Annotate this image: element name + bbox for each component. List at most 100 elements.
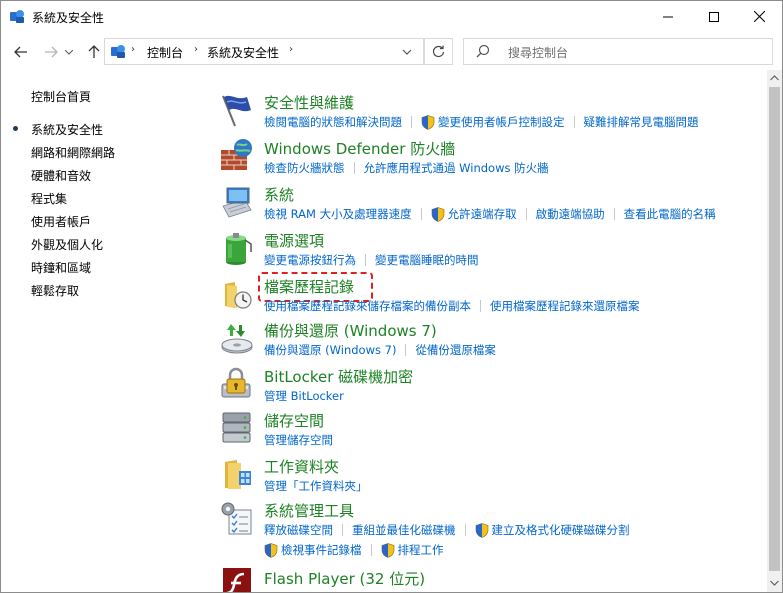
link-change-power-buttons[interactable]: 變更電源按鈕行為 [264,252,356,268]
link-check-firewall[interactable]: 檢查防火牆狀態 [264,160,345,176]
link-divider [342,524,343,536]
breadcrumb-control-panel[interactable]: 控制台 [147,44,183,61]
uac-shield-icon [381,542,394,558]
category-links: 管理「工作資料夾」 [264,478,368,494]
breadcrumb-separator-icon[interactable]: › [289,44,293,55]
forward-button[interactable] [41,42,61,62]
breadcrumb-system-security[interactable]: 系統及安全性 [207,44,279,61]
flash-player-icon [223,568,251,592]
category-links: 檢視 RAM 大小及處理器速度 允許遠端存取 啟動遠端協助 查看此電腦的名稱 [264,206,716,222]
minimize-button[interactable] [645,1,691,32]
uac-shield-icon [431,206,444,222]
category-title[interactable]: Flash Player (32 位元) [264,568,425,589]
category-links: 檢查防火牆狀態 允許應用程式通過 Windows 防火牆 [264,160,549,176]
window-title: 系統及安全性 [32,11,105,25]
scrollbar-thumb[interactable] [769,87,780,571]
link-schedule-tasks[interactable]: 排程工作 [398,542,444,558]
maximize-button[interactable] [691,1,737,32]
leftnav-item-system-security[interactable]: 系統及安全性 [31,121,103,138]
leftnav-item-control-panel-home[interactable]: 控制台首頁 [31,88,91,105]
minimize-icon [663,16,673,17]
category-title[interactable]: Windows Defender 防火牆 [264,138,455,159]
search-box[interactable]: 搜尋控制台 [463,38,773,65]
current-page-indicator [13,126,18,131]
chevron-down-icon [402,49,412,55]
recent-locations-button[interactable] [63,42,75,62]
back-button[interactable] [11,42,31,62]
category-title[interactable]: 安全性與維護 [264,92,354,113]
link-create-format-partitions[interactable]: 建立及格式化硬碟磁碟分割 [492,522,630,538]
category-title[interactable]: 儲存空間 [264,410,324,431]
link-change-sleep-time[interactable]: 變更電腦睡眠的時間 [375,252,479,268]
file-history-folder-icon [225,282,252,309]
vertical-scrollbar[interactable] [767,70,782,592]
scroll-down-arrow-icon[interactable] [770,578,779,587]
address-history-button[interactable] [402,44,418,60]
search-icon [476,44,490,58]
link-troubleshoot[interactable]: 疑難排解常見電腦問題 [584,114,699,130]
leftnav-item-user-accounts[interactable]: 使用者帳戶 [31,213,91,230]
up-button[interactable] [84,42,104,62]
refresh-button[interactable] [424,38,453,65]
link-free-disk-space[interactable]: 釋放磁碟空間 [264,522,333,538]
search-input[interactable]: 搜尋控制台 [508,44,568,61]
link-manage-storage-spaces[interactable]: 管理儲存空間 [264,432,333,448]
category-links: 備份與還原 (Windows 7) 從備份還原檔案 [264,342,496,358]
close-icon [753,11,765,22]
security-maintenance-flag-icon [222,95,251,127]
category-links: 使用檔案歷程記錄來儲存檔案的備份副本 使用檔案歷程記錄來還原檔案 [264,298,640,314]
leftnav-item-hardware-sound[interactable]: 硬體和音效 [31,167,91,184]
category-links: 檢閱電腦的狀態和解決問題 變更使用者帳戶控制設定 疑難排解常見電腦問題 [264,114,699,130]
category-title[interactable]: BitLocker 磁碟機加密 [264,366,413,387]
link-change-uac[interactable]: 變更使用者帳戶控制設定 [438,114,565,130]
uac-shield-icon [421,114,435,130]
link-launch-remote-assistance[interactable]: 啟動遠端協助 [536,206,605,222]
link-save-backup-copies[interactable]: 使用檔案歷程記錄來儲存檔案的備份副本 [264,298,471,314]
control-panel-window: 系統及安全性 › 控制台 › 系統及安全性 › 搜尋控制台 控制台首頁 系統及安… [0,0,783,593]
link-restore-from-backup[interactable]: 從備份還原檔案 [415,342,496,358]
category-title[interactable]: 電源選項 [264,230,324,251]
link-review-status[interactable]: 檢閱電腦的狀態和解決問題 [264,114,402,130]
link-divider [480,300,481,312]
power-battery-icon [226,233,252,265]
category-title[interactable]: 系統管理工具 [264,500,354,521]
category-title[interactable]: 備份與還原 (Windows 7) [264,320,437,341]
link-backup-restore-win7[interactable]: 備份與還原 (Windows 7) [264,342,396,358]
link-allow-app-firewall[interactable]: 允許應用程式通過 Windows 防火牆 [364,160,549,176]
maximize-icon [709,11,719,22]
breadcrumb-separator-icon[interactable]: › [194,44,198,55]
link-divider [613,208,615,220]
link-see-computer-name[interactable]: 查看此電腦的名稱 [624,206,716,222]
link-view-event-logs[interactable]: 檢視事件記錄檔 [281,542,362,558]
link-divider [525,208,527,220]
work-folders-icon [225,460,251,489]
arrow-up-icon [88,45,100,58]
category-title[interactable]: 工作資料夾 [264,456,339,477]
close-button[interactable] [736,1,782,32]
system-computer-icon [222,187,252,218]
uac-shield-icon [264,542,278,558]
link-manage-work-folders[interactable]: 管理「工作資料夾」 [264,478,368,494]
arrow-left-icon [14,46,27,58]
bitlocker-drive-icon [221,367,251,398]
scroll-up-arrow-icon[interactable] [770,74,779,83]
category-links: 管理儲存空間 [264,432,333,448]
leftnav-item-appearance[interactable]: 外觀及個人化 [31,236,103,253]
leftnav-item-network-internet[interactable]: 網路和網際網路 [31,144,115,161]
category-title[interactable]: 系統 [264,184,294,205]
link-manage-bitlocker[interactable]: 管理 BitLocker [264,388,344,404]
breadcrumb-separator-icon[interactable]: › [131,44,135,55]
category-links: 管理 BitLocker [264,388,344,404]
link-view-ram-cpu[interactable]: 檢視 RAM 大小及處理器速度 [264,206,412,222]
chevron-down-icon [65,49,73,55]
link-restore-files[interactable]: 使用檔案歷程記錄來還原檔案 [490,298,640,314]
left-navigation-pane: 控制台首頁 系統及安全性 網路和網際網路 硬體和音效 程式集 使用者帳戶 外觀及… [1,70,211,592]
address-bar[interactable]: › 控制台 › 系統及安全性 › [104,38,424,65]
leftnav-item-clock-region[interactable]: 時鐘和區域 [31,259,91,276]
leftnav-item-ease-of-access[interactable]: 輕鬆存取 [31,282,79,299]
arrow-right-icon [45,46,58,58]
link-allow-remote-access[interactable]: 允許遠端存取 [448,206,517,222]
leftnav-item-programs[interactable]: 程式集 [31,190,67,207]
link-defrag-optimize[interactable]: 重組並最佳化磁碟機 [352,522,456,538]
category-links-row-2: 檢視事件記錄檔 排程工作 [264,542,444,558]
